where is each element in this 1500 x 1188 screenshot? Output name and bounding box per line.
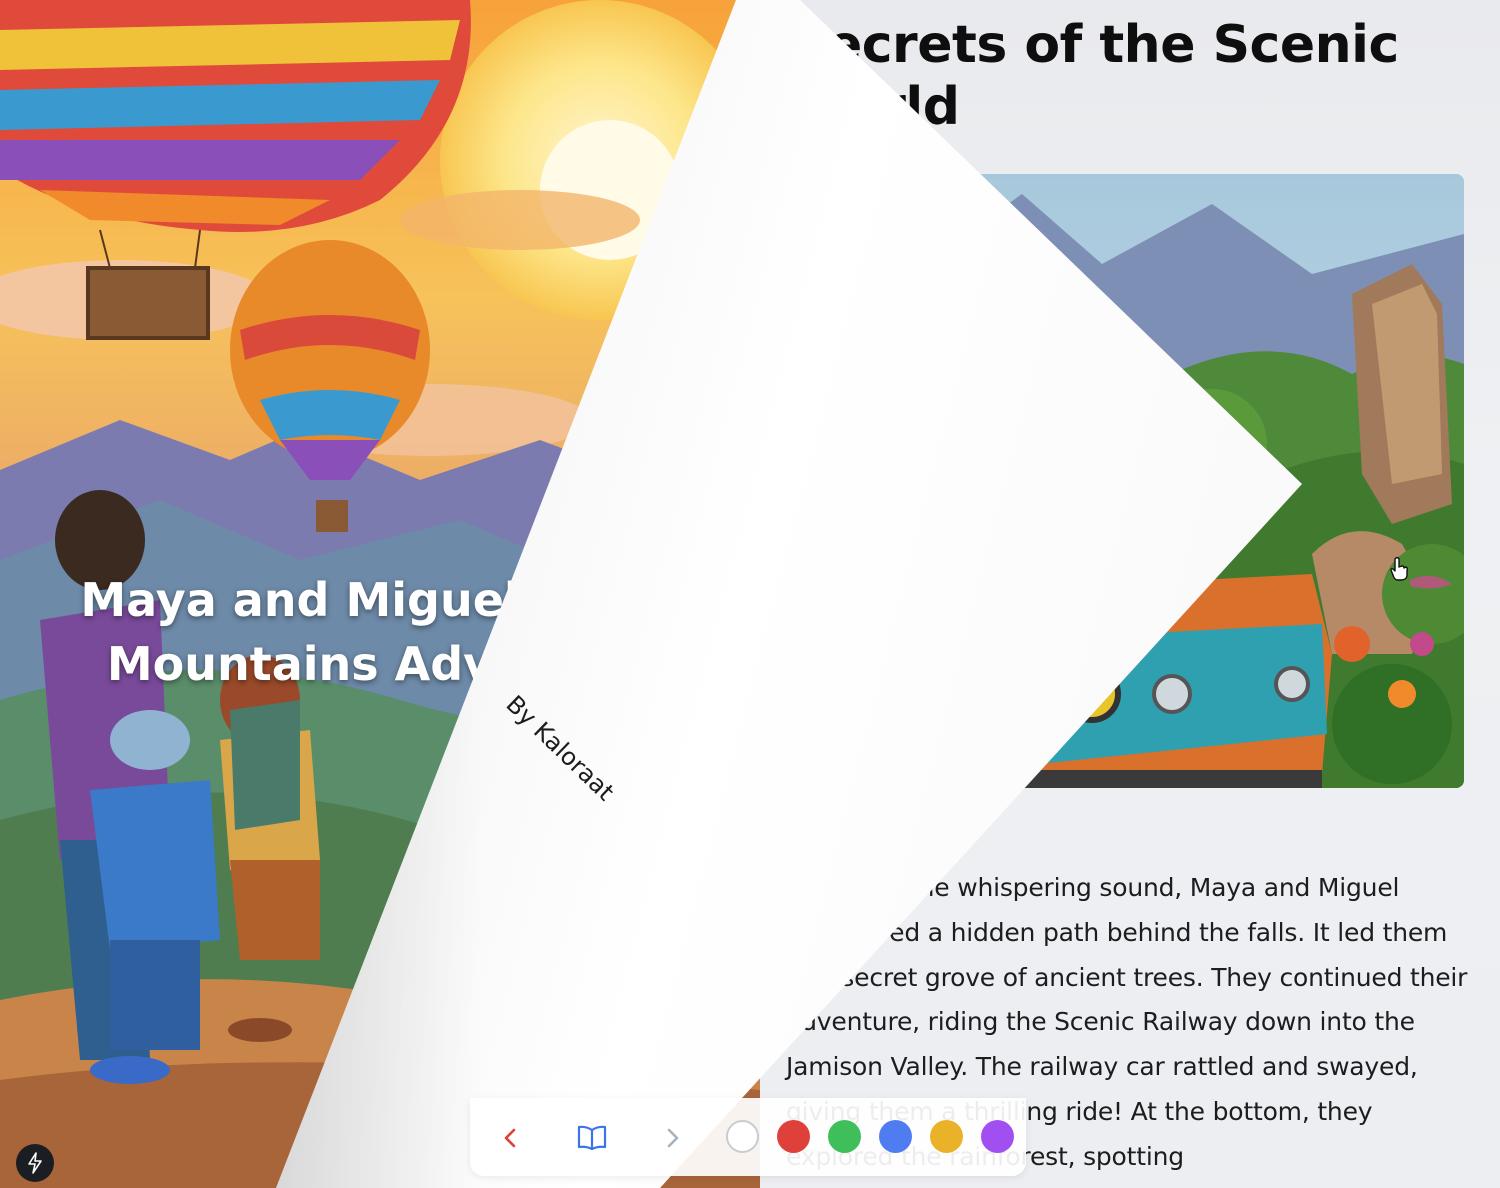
color-swatch-red[interactable] <box>777 1120 810 1153</box>
lightning-icon <box>28 1152 42 1174</box>
cover-title: Maya and Miguel Mountains Adv <box>40 568 560 696</box>
previous-page-button[interactable] <box>490 1118 530 1158</box>
page-title-line1: Secrets of the Scenic <box>790 15 1399 75</box>
next-page-button[interactable] <box>653 1118 693 1158</box>
hand-pointer-icon <box>1390 556 1409 581</box>
color-swatch-blue[interactable] <box>879 1120 912 1153</box>
book-cover: Maya and Miguel Mountains Adv <box>0 0 760 1188</box>
cover-title-line2: Mountains Adv <box>106 637 494 691</box>
reader-toolbar <box>470 1098 1026 1176</box>
open-book-icon <box>577 1125 607 1151</box>
page-title-line2: World <box>790 77 960 137</box>
page-title: Secrets of the Scenic World <box>790 14 1450 138</box>
color-swatch-purple[interactable] <box>981 1120 1014 1153</box>
color-swatch-yellow[interactable] <box>930 1120 963 1153</box>
color-swatch-green[interactable] <box>828 1120 861 1153</box>
color-swatch-white[interactable] <box>726 1120 759 1153</box>
right-page: Secrets of the Scenic World Following th… <box>740 0 1500 1188</box>
cover-title-line1: Maya and Miguel <box>80 573 520 627</box>
table-of-contents-button[interactable] <box>572 1118 612 1158</box>
chevron-right-icon <box>667 1128 679 1148</box>
quick-action-button[interactable] <box>16 1144 54 1182</box>
chevron-left-icon <box>504 1128 516 1148</box>
scenic-railway-illustration <box>792 174 1464 788</box>
